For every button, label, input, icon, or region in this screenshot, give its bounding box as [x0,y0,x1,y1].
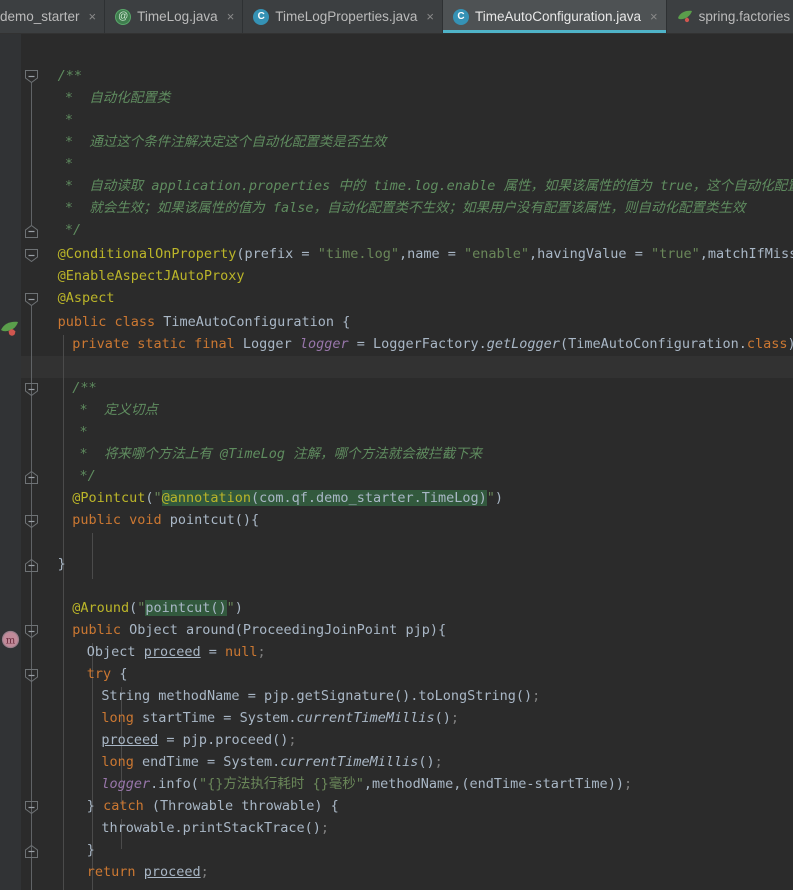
code-line: * [79,424,88,440]
code-text-area[interactable]: /** * 自动化配置类 * * 通过这个条件注解决定这个自动化配置类是否生效 * * 自… [43,34,793,890]
code-line: * [64,112,74,128]
annotation-icon: @ [115,8,132,25]
tab-label: demo_starter [0,9,80,24]
tab-label: TimeAutoConfiguration.java [474,9,642,24]
java-class-icon: C [452,8,469,25]
code-line: proceed = pjp.proceed(); [101,732,297,748]
code-line: } catch (Throwable throwable) { [86,798,339,814]
fold-marker-up[interactable] [25,559,38,572]
close-icon[interactable]: × [650,10,658,23]
code-line: @ConditionalOnProperty(prefix = "time.lo… [57,246,793,262]
java-class-icon: C [253,8,270,25]
code-line: private static final Logger logger = Log… [72,336,793,352]
fold-marker-down[interactable] [25,515,38,528]
tab-label: TimeLog.java [137,9,218,24]
fold-marker-up[interactable] [25,471,38,484]
spring-leaf-icon [677,9,693,25]
fold-connector-line [31,528,32,559]
fold-marker-down[interactable] [25,70,38,83]
close-icon[interactable]: × [227,10,235,23]
code-line: public Object around(ProceedingJoinPoint… [72,622,447,638]
editor-fold-rail[interactable] [21,34,43,890]
spring-bean-marker-icon[interactable] [1,320,20,339]
code-line: try { [86,666,128,682]
svg-text:m: m [6,636,16,647]
code-line: return proceed; [86,864,209,880]
code-line: logger.info("{}方法执行耗时 {}毫秒",methodName,(… [101,776,633,792]
tab-label: TimeLogProperties.java [275,9,418,24]
close-icon[interactable]: × [426,10,434,23]
code-line: @Around("pointcut()") [72,600,243,616]
fold-marker-up[interactable] [25,845,38,858]
code-line: @Pointcut("@annotation(com.qf.demo_start… [72,490,504,506]
code-line: @EnableAspectJAutoProxy [57,268,245,284]
tab-label: spring.factories [698,9,791,24]
code-line: throwable.printStackTrace(); [101,820,329,836]
code-line: * 就会生效；如果该属性的值为 false，自动化配置类不生效；如果用户没有配置… [64,200,746,216]
fold-connector-line [31,83,32,225]
code-line: */ [64,222,82,238]
fold-connector-line [31,682,32,801]
fold-marker-down[interactable] [25,293,38,306]
code-line: * [64,156,74,172]
code-line: /** [72,380,97,396]
fold-connector-line [31,814,32,845]
code-line: */ [79,468,96,484]
editor-gutter[interactable] [0,34,22,890]
code-line: public void pointcut(){ [72,512,260,528]
code-line: String methodName = pjp.getSignature().t… [101,688,541,704]
editor-tab-bar[interactable]: demo_starter × @ TimeLog.java × C TimeLo… [0,0,793,34]
code-line: * 通过这个条件注解决定这个自动化配置类是否生效 [64,134,387,150]
fold-connector-line [31,396,32,471]
code-line: public class TimeAutoConfiguration { [57,314,351,330]
fold-connector-line [31,638,32,669]
code-line: * 自动读取 application.properties 中的 time.lo… [64,178,793,194]
code-line: * 自动化配置类 [64,90,171,106]
fold-marker-down[interactable] [25,669,38,682]
tab-timeautoconfiguration-java[interactable]: C TimeAutoConfiguration.java × [442,0,667,33]
code-line: /** [57,68,82,84]
fold-marker-down[interactable] [25,625,38,638]
code-line: } [86,842,95,858]
code-line: @Aspect [57,290,115,306]
aspect-advice-marker-icon[interactable]: m [1,630,20,649]
tab-timelogproperties-java[interactable]: C TimeLogProperties.java × [243,0,443,33]
code-line: Object proceed = null; [86,644,266,660]
code-line: } [57,556,66,572]
code-line: long startTime = System.currentTimeMilli… [101,710,460,726]
fold-marker-down[interactable] [25,249,38,262]
fold-marker-down[interactable] [25,383,38,396]
code-line: * 将来哪个方法上有 @TimeLog 注解，哪个方法就会被拦截下来 [79,446,483,462]
close-icon[interactable]: × [89,10,97,23]
tab-timelog-java[interactable]: @ TimeLog.java × [105,0,244,33]
code-line: long endTime = System.currentTimeMillis(… [101,754,443,770]
code-editor[interactable]: m /** * 自动化配置类 * * 通过这个条件注解决定这个自动化配置类是否生效 * *… [0,34,793,890]
fold-marker-up[interactable] [25,225,38,238]
code-line: * 定义切点 [79,402,158,418]
tab-spring-factories[interactable]: spring.factories × [666,0,793,33]
fold-marker-down[interactable] [25,801,38,814]
tab-demo-starter[interactable]: demo_starter × [0,0,106,33]
